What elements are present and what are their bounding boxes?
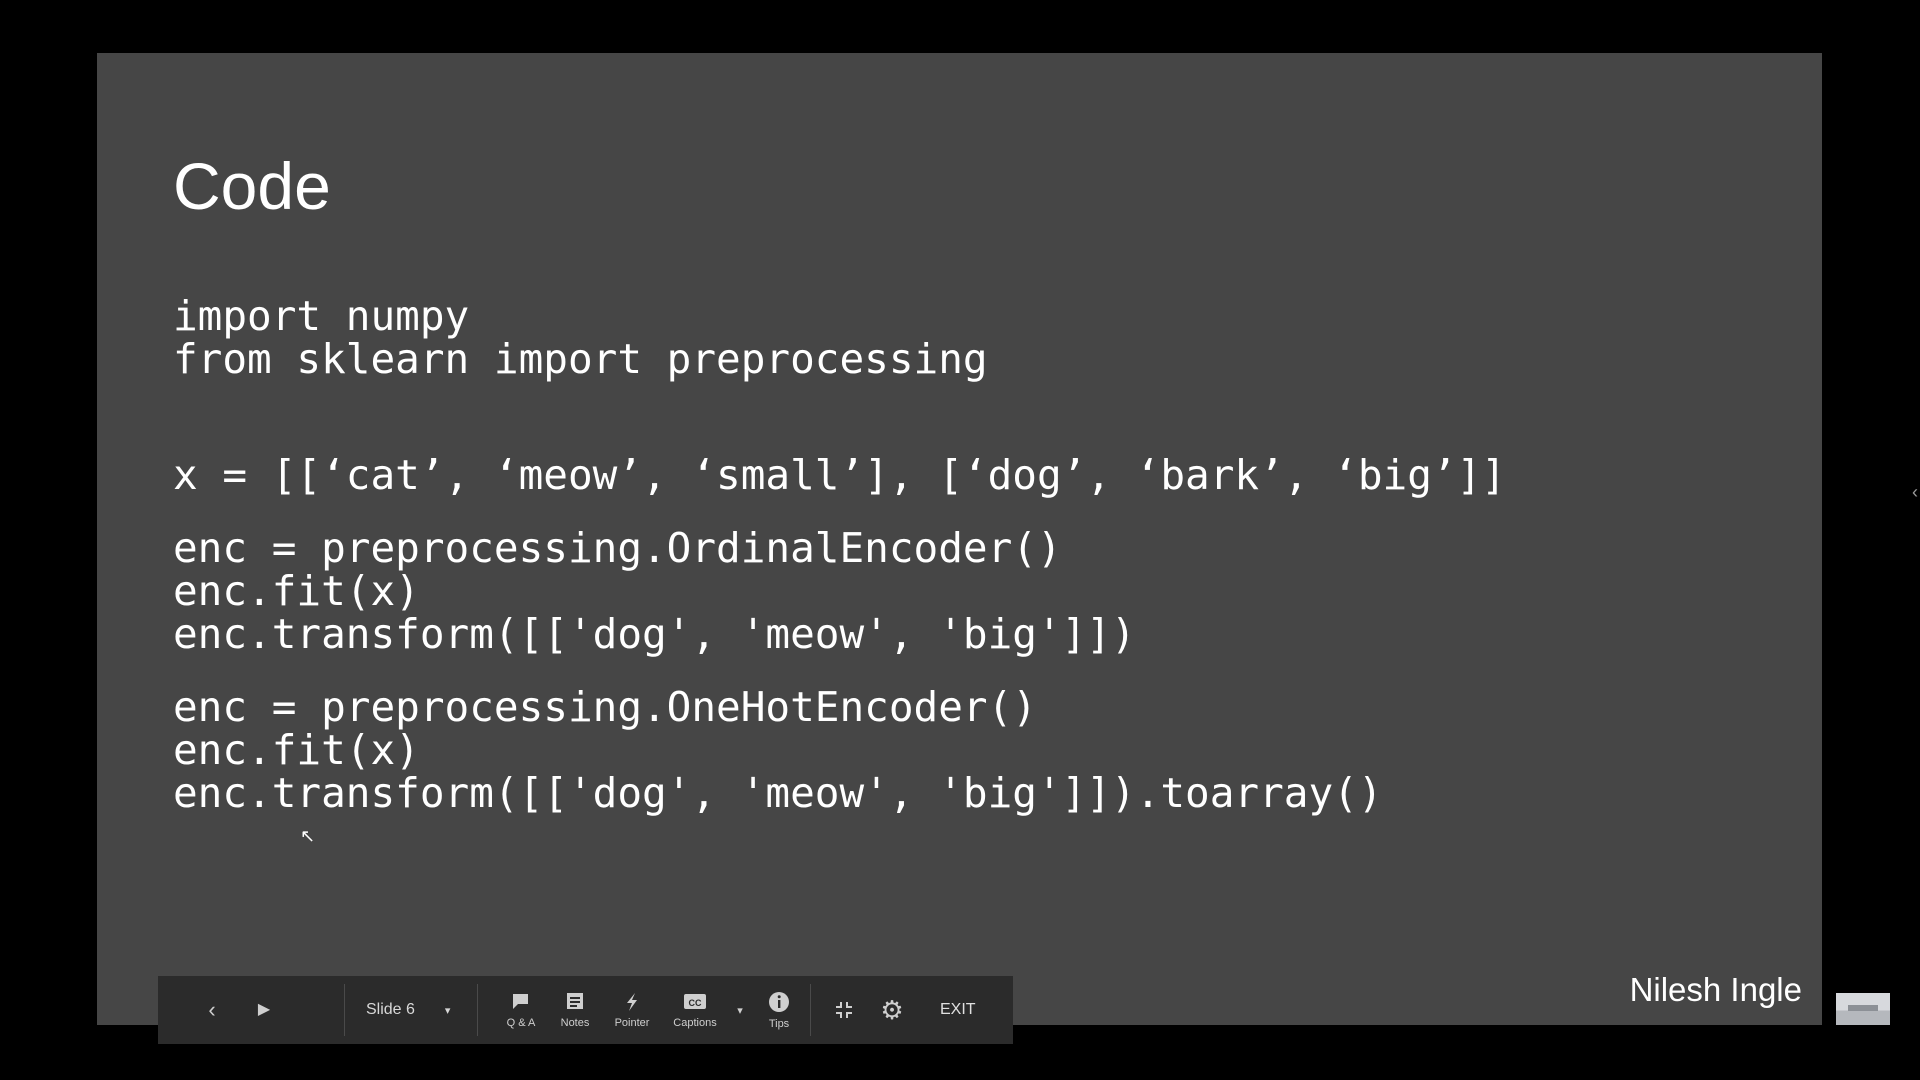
code-line: enc.transform([['dog', 'meow', 'big']]) (173, 610, 1136, 658)
qa-icon (513, 993, 528, 1009)
previous-slide-button[interactable]: ‹ (194, 976, 230, 1044)
divider (344, 984, 345, 1036)
gear-icon: ⚙ (880, 995, 904, 1025)
code-line: x = [[‘cat’, ‘meow’, ‘small’], [‘dog’, ‘… (173, 451, 1506, 499)
slide: Code import numpy from sklearn import pr… (97, 53, 1822, 1025)
code-line: enc = preprocessing.OrdinalEncoder() (173, 524, 1062, 572)
mouse-cursor-icon: ↖ (300, 826, 316, 846)
code-line: enc = preprocessing.OneHotEncoder() (173, 683, 1037, 731)
info-icon (769, 991, 789, 1012)
svg-text:CC: CC (689, 998, 702, 1008)
closed-captions-icon: CC (684, 993, 706, 1009)
slide-selector-label: Slide 6 (366, 1001, 415, 1018)
divider (477, 984, 478, 1036)
chevron-left-icon: ‹ (208, 997, 216, 1022)
divider (810, 984, 811, 1036)
captions-label: Captions (673, 1016, 717, 1029)
presenter-name: Nilesh Ingle (1629, 971, 1802, 1008)
speaker-video-thumbnail (1836, 993, 1890, 1025)
next-slide-button[interactable]: ▶ (246, 976, 282, 1044)
chevron-down-icon: ▾ (737, 1004, 743, 1017)
code-line: enc.fit(x) (173, 726, 420, 774)
code-line: enc.transform([['dog', 'meow', 'big']]).… (173, 769, 1383, 817)
code-line: import numpy (173, 292, 470, 340)
chevron-down-icon: ▾ (444, 1004, 451, 1017)
tips-label: Tips (768, 1017, 790, 1030)
slide-selector[interactable]: Slide 6 ▾ (366, 976, 450, 1044)
side-panel-toggle-icon[interactable]: ‹ (1912, 482, 1918, 503)
notes-icon (567, 992, 583, 1009)
captions-options-button[interactable]: ▾ (728, 976, 752, 1044)
pointer-button[interactable]: Pointer (604, 976, 660, 1044)
settings-button[interactable]: ⚙ (874, 976, 910, 1044)
exit-fullscreen-icon (836, 1002, 852, 1018)
play-icon: ▶ (257, 1001, 271, 1018)
code-line: enc.fit(x) (173, 567, 420, 615)
tips-button[interactable]: Tips (754, 976, 804, 1044)
qa-label: Q & A (506, 1016, 536, 1029)
laser-pointer-icon (627, 992, 637, 1011)
exit-fullscreen-button[interactable] (826, 976, 862, 1044)
qa-button[interactable]: Q & A (496, 976, 546, 1044)
code-line: from sklearn import preprocessing (173, 335, 988, 383)
presentation-toolbar: ‹ ▶ Slide 6 ▾ Q & A Notes Pointer CC Cap… (158, 976, 1013, 1044)
pointer-label: Pointer (614, 1016, 650, 1029)
captions-button[interactable]: CC Captions (662, 976, 728, 1044)
exit-button[interactable]: EXIT (940, 976, 976, 1044)
notes-label: Notes (560, 1016, 590, 1029)
slide-title: Code (173, 149, 331, 223)
notes-button[interactable]: Notes (550, 976, 600, 1044)
